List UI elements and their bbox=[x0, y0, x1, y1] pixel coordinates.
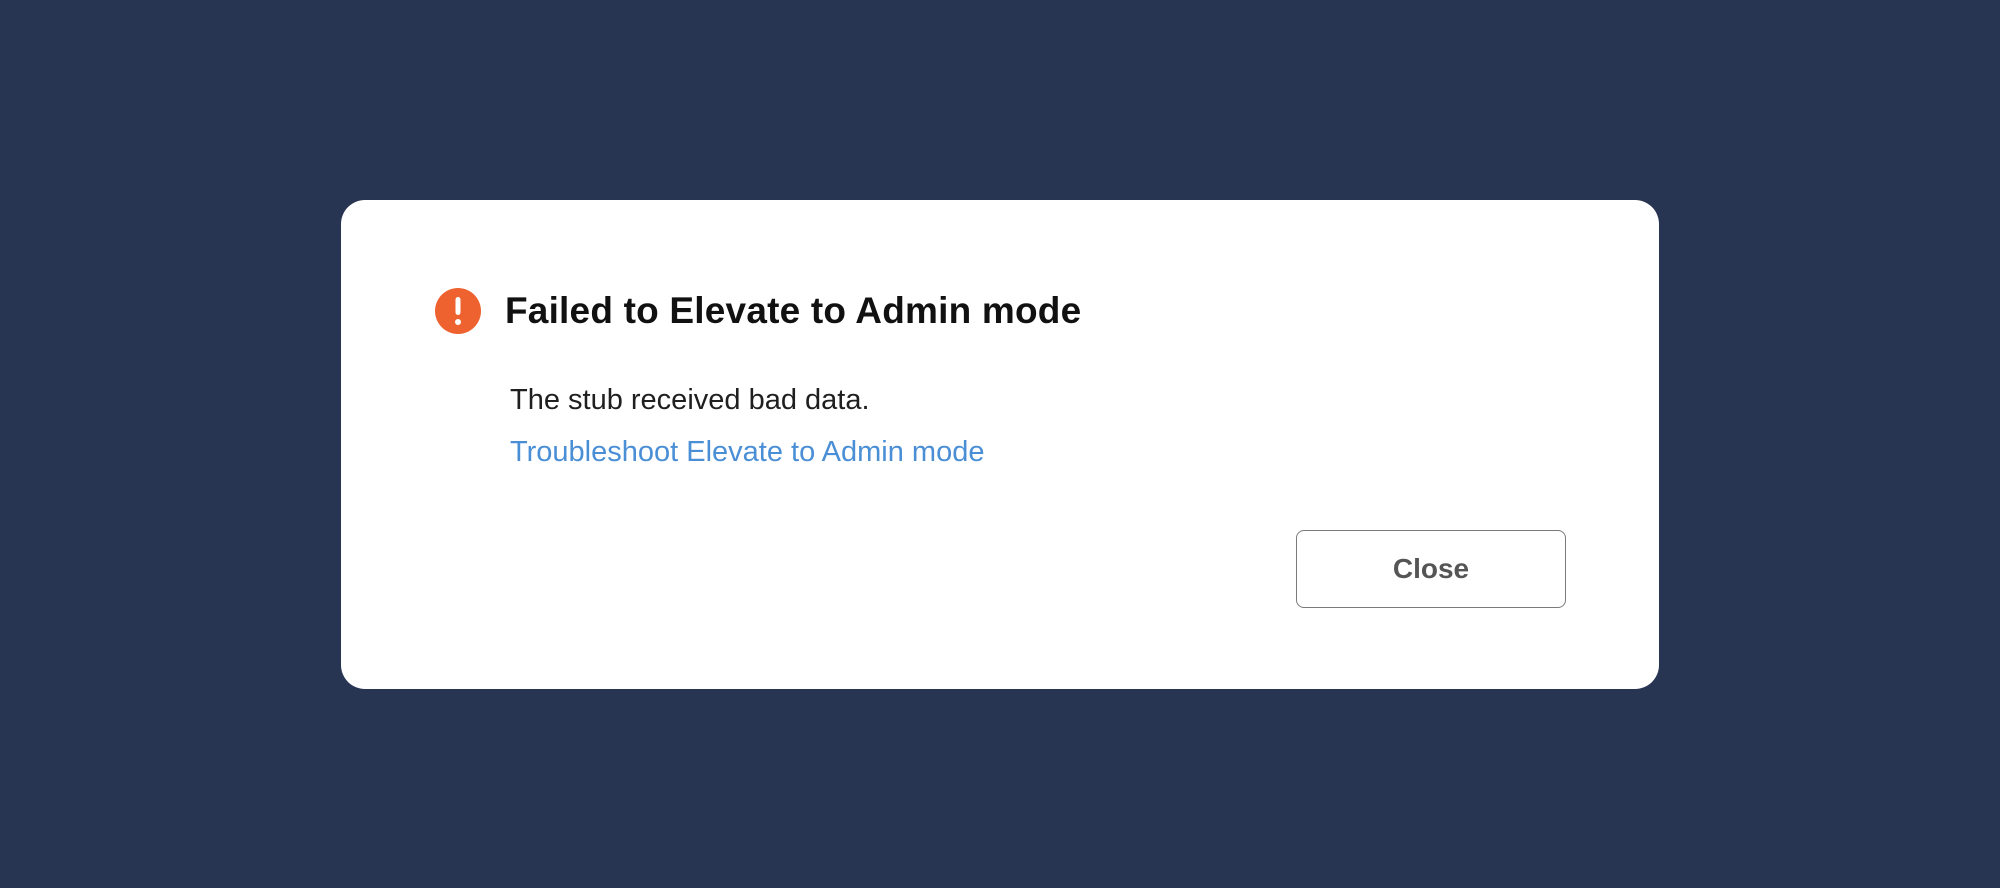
error-dialog: Failed to Elevate to Admin mode The stub… bbox=[341, 200, 1659, 689]
dialog-header: Failed to Elevate to Admin mode bbox=[435, 288, 1081, 334]
troubleshoot-link[interactable]: Troubleshoot Elevate to Admin mode bbox=[510, 436, 984, 469]
exclamation-circle-icon bbox=[435, 288, 481, 334]
dialog-title: Failed to Elevate to Admin mode bbox=[505, 290, 1082, 331]
error-message: The stub received bad data. bbox=[510, 384, 870, 416]
close-button[interactable]: Close bbox=[1296, 530, 1566, 608]
